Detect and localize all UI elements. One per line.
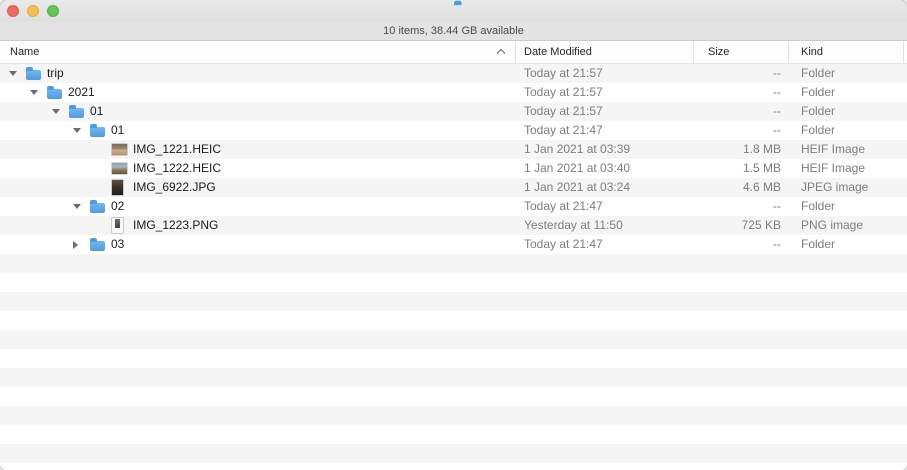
size-cell: --	[773, 102, 781, 121]
date-modified-cell: 1 Jan 2021 at 03:24	[524, 178, 630, 197]
photo-thumbnail-icon	[112, 180, 123, 195]
column-header-size[interactable]: Size	[708, 41, 729, 63]
size-cell: --	[773, 121, 781, 140]
photo-thumbnail-icon	[112, 144, 127, 155]
name-cell: 01	[0, 102, 907, 121]
date-modified-cell: Today at 21:47	[524, 197, 603, 216]
name-cell: 2021	[0, 83, 907, 102]
traffic-lights	[7, 5, 59, 17]
kind-cell: Folder	[801, 64, 835, 83]
size-cell: --	[773, 197, 781, 216]
table-row[interactable]: IMG_1223.PNG Yesterday at 11:50 725 KB P…	[0, 216, 907, 235]
file-name: trip	[47, 64, 64, 83]
file-name: IMG_1221.HEIC	[133, 140, 221, 159]
kind-cell: JPEG image	[801, 178, 868, 197]
size-cell: --	[773, 83, 781, 102]
column-header-name-label: Name	[10, 46, 39, 58]
file-name: 01	[111, 121, 124, 140]
name-cell: 03	[0, 235, 907, 254]
date-modified-cell: Yesterday at 11:50	[524, 216, 623, 235]
column-divider[interactable]	[515, 41, 516, 63]
size-cell: 725 KB	[742, 216, 781, 235]
date-modified-cell: Today at 21:57	[524, 83, 603, 102]
disclosure-triangle-icon[interactable]	[52, 102, 69, 121]
close-button[interactable]	[7, 5, 19, 17]
column-headers: Name Date Modified Size Kind	[0, 41, 907, 64]
file-name: IMG_1222.HEIC	[133, 159, 221, 178]
kind-cell: Folder	[801, 102, 835, 121]
folder-icon	[90, 127, 105, 137]
finder-window: 10 items, 38.44 GB available Name Date M…	[0, 0, 907, 470]
date-modified-cell: Today at 21:47	[524, 121, 603, 140]
zoom-button[interactable]	[47, 5, 59, 17]
photo-thumbnail-icon	[112, 163, 127, 174]
size-cell: --	[773, 235, 781, 254]
photo-thumbnail-icon	[112, 218, 123, 233]
file-name: 01	[90, 102, 103, 121]
disclosure-triangle-icon[interactable]	[73, 197, 90, 216]
status-bar: 10 items, 38.44 GB available	[0, 22, 907, 41]
kind-cell: Folder	[801, 197, 835, 216]
table-row[interactable]: 2021 Today at 21:57 -- Folder	[0, 83, 907, 102]
file-name: IMG_1223.PNG	[133, 216, 218, 235]
size-cell: 1.5 MB	[743, 159, 781, 178]
column-header-name[interactable]: Name	[10, 41, 39, 63]
table-row[interactable]: 01 Today at 21:47 -- Folder	[0, 121, 907, 140]
kind-cell: PNG image	[801, 216, 863, 235]
minimize-button[interactable]	[27, 5, 39, 17]
kind-cell: HEIF Image	[801, 140, 865, 159]
folder-icon	[90, 241, 105, 251]
date-modified-cell: Today at 21:57	[524, 102, 603, 121]
size-cell: 1.8 MB	[743, 140, 781, 159]
table-row[interactable]: IMG_1221.HEIC 1 Jan 2021 at 03:39 1.8 MB…	[0, 140, 907, 159]
table-row[interactable]: IMG_1222.HEIC 1 Jan 2021 at 03:40 1.5 MB…	[0, 159, 907, 178]
date-modified-cell: 1 Jan 2021 at 03:39	[524, 140, 630, 159]
disclosure-triangle-icon[interactable]	[73, 235, 90, 254]
column-header-kind[interactable]: Kind	[801, 41, 823, 63]
date-modified-cell: 1 Jan 2021 at 03:40	[524, 159, 630, 178]
column-divider[interactable]	[693, 41, 694, 63]
column-header-date-modified[interactable]: Date Modified	[524, 41, 592, 63]
table-row[interactable]: trip Today at 21:57 -- Folder	[0, 64, 907, 83]
table-row[interactable]: 02 Today at 21:47 -- Folder	[0, 197, 907, 216]
name-cell: 01	[0, 121, 907, 140]
kind-cell: Folder	[801, 83, 835, 102]
disclosure-triangle-icon[interactable]	[30, 83, 47, 102]
file-list: trip Today at 21:57 -- Folder 2021 Today…	[0, 64, 907, 470]
size-cell: 4.6 MB	[743, 178, 781, 197]
titlebar[interactable]	[0, 0, 907, 23]
date-modified-cell: Today at 21:57	[524, 64, 603, 83]
file-name: 02	[111, 197, 124, 216]
kind-cell: HEIF Image	[801, 159, 865, 178]
folder-icon	[90, 203, 105, 213]
kind-cell: Folder	[801, 235, 835, 254]
column-divider[interactable]	[903, 41, 904, 63]
table-row[interactable]: IMG_6922.JPG 1 Jan 2021 at 03:24 4.6 MB …	[0, 178, 907, 197]
disclosure-triangle-icon[interactable]	[9, 64, 26, 83]
folder-icon	[47, 89, 62, 99]
folder-icon	[26, 70, 41, 80]
table-row[interactable]: 01 Today at 21:57 -- Folder	[0, 102, 907, 121]
file-name: 03	[111, 235, 124, 254]
size-cell: --	[773, 64, 781, 83]
file-name: IMG_6922.JPG	[133, 178, 216, 197]
date-modified-cell: Today at 21:47	[524, 235, 603, 254]
folder-icon	[69, 108, 84, 118]
column-divider[interactable]	[788, 41, 789, 63]
name-cell: 02	[0, 197, 907, 216]
table-row[interactable]: 03 Today at 21:47 -- Folder	[0, 235, 907, 254]
status-text: 10 items, 38.44 GB available	[383, 25, 524, 37]
disclosure-triangle-icon[interactable]	[73, 121, 90, 140]
file-name: 2021	[68, 83, 95, 102]
kind-cell: Folder	[801, 121, 835, 140]
sort-ascending-icon	[496, 48, 506, 55]
name-cell: trip	[0, 64, 907, 83]
